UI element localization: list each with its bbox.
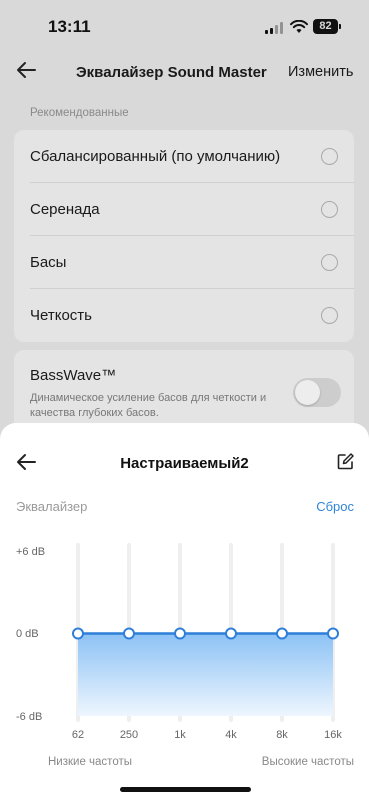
- eq-band-handle-250[interactable]: [123, 627, 135, 640]
- basswave-toggle[interactable]: [293, 378, 341, 407]
- home-indicator: [120, 787, 251, 792]
- eq-band-handle-16k[interactable]: [327, 627, 339, 640]
- radio-button[interactable]: [321, 201, 338, 218]
- battery-icon: 82: [313, 19, 338, 34]
- eq-band-handle-4k[interactable]: [225, 627, 237, 640]
- frequency-label-16k: 16k: [324, 729, 342, 741]
- top-nav: Эквалайзер Sound Master Изменить: [0, 55, 369, 89]
- preset-list: Сбалансированный (по умолчанию) Серенада…: [14, 130, 354, 342]
- eq-band-handle-1k[interactable]: [174, 627, 186, 640]
- status-bar: 13:11 82: [0, 0, 369, 50]
- section-label-recommended: Рекомендованные: [30, 107, 129, 119]
- eq-band-handle-8k[interactable]: [276, 627, 288, 640]
- preset-label: Басы: [30, 254, 67, 271]
- preset-row-bass[interactable]: Басы: [14, 236, 354, 289]
- high-frequency-label: Высокие частоты: [261, 756, 354, 768]
- preset-row-balanced[interactable]: Сбалансированный (по умолчанию): [14, 130, 354, 183]
- page-title: Эквалайзер Sound Master: [76, 64, 267, 81]
- equalizer-chart[interactable]: [0, 423, 369, 800]
- frequency-label-4k: 4k: [225, 729, 237, 741]
- preset-row-clarity[interactable]: Четкость: [14, 289, 354, 342]
- preset-label: Четкость: [30, 307, 92, 324]
- low-frequency-label: Низкие частоты: [48, 756, 132, 768]
- frequency-label-1k: 1k: [174, 729, 186, 741]
- battery-tip: [339, 24, 341, 29]
- basswave-title: BassWave™: [30, 367, 117, 384]
- frequency-label-62: 62: [71, 729, 85, 741]
- cellular-signal-icon: [265, 22, 285, 34]
- eq-band-handle-62[interactable]: [72, 627, 84, 640]
- radio-button[interactable]: [321, 148, 338, 165]
- frequency-label-8k: 8k: [276, 729, 288, 741]
- preset-label: Серенада: [30, 201, 100, 218]
- radio-button[interactable]: [321, 254, 338, 271]
- wifi-icon: [290, 20, 308, 33]
- edit-button[interactable]: Изменить: [288, 64, 353, 80]
- back-arrow-icon[interactable]: [16, 61, 36, 79]
- toggle-knob: [295, 380, 320, 405]
- basswave-description: Динамическое усиление басов для четкости…: [30, 392, 267, 419]
- frequency-label-250: 250: [119, 729, 139, 741]
- preset-label: Сбалансированный (по умолчанию): [30, 148, 281, 165]
- status-time: 13:11: [48, 17, 91, 36]
- eq-area-fill: [78, 633, 333, 716]
- custom-eq-sheet: Настраиваемый2 Эквалайзер Сброс +6 dB 0 …: [0, 423, 369, 800]
- radio-button[interactable]: [321, 307, 338, 324]
- preset-row-serenade[interactable]: Серенада: [14, 183, 354, 236]
